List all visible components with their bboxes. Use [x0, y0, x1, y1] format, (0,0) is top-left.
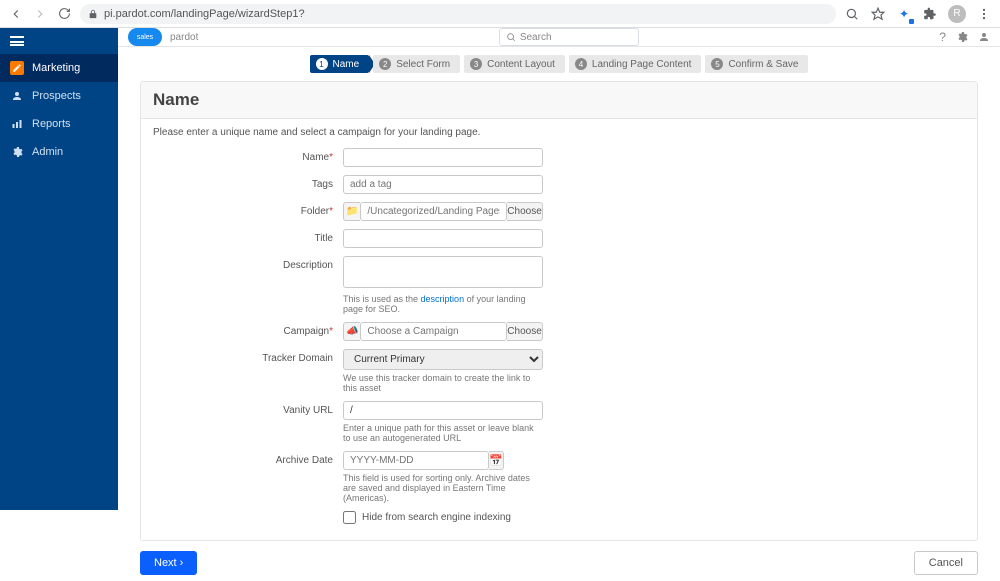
- wizard-step-content-layout[interactable]: 3Content Layout: [464, 55, 565, 73]
- description-help-link[interactable]: description: [421, 294, 465, 304]
- calendar-icon[interactable]: 📅: [489, 451, 504, 470]
- description-label: Description: [283, 260, 333, 271]
- sidebar-label: Admin: [32, 146, 63, 158]
- browser-menu-icon[interactable]: [976, 6, 992, 22]
- choose-campaign-button[interactable]: Choose: [507, 322, 543, 341]
- sidebar: Marketing Prospects Reports Admin: [0, 28, 118, 510]
- campaign-label: Campaign: [284, 326, 330, 337]
- sidebar-item-marketing[interactable]: Marketing: [0, 54, 118, 82]
- product-name: pardot: [170, 32, 198, 43]
- vanity-help: Enter a unique path for this asset or le…: [343, 423, 543, 443]
- folder-label: Folder: [301, 206, 329, 217]
- extension-icon[interactable]: ✦: [896, 6, 912, 22]
- name-input[interactable]: [343, 148, 543, 167]
- campaign-input[interactable]: [360, 322, 507, 341]
- user-icon: [10, 89, 24, 103]
- choose-folder-button[interactable]: Choose: [507, 202, 543, 221]
- global-search[interactable]: Search: [499, 28, 639, 46]
- description-help: This is used as the description of your …: [343, 294, 543, 314]
- wizard-steps: 1Name 2Select Form 3Content Layout 4Land…: [118, 47, 1000, 81]
- panel-title: Name: [153, 90, 965, 110]
- search-page-icon[interactable]: [844, 6, 860, 22]
- hide-from-search-label: Hide from search engine indexing: [362, 512, 511, 523]
- title-label: Title: [314, 233, 333, 244]
- wizard-step-name[interactable]: 1Name: [310, 55, 370, 73]
- next-button[interactable]: Next ›: [140, 551, 197, 575]
- lock-icon: [88, 9, 98, 19]
- bookmark-star-icon[interactable]: [870, 6, 886, 22]
- cancel-button[interactable]: Cancel: [914, 551, 978, 575]
- settings-gear-icon[interactable]: [956, 31, 968, 43]
- description-textarea[interactable]: [343, 256, 543, 288]
- folder-icon: 📁: [343, 202, 360, 221]
- folder-input[interactable]: [360, 202, 507, 221]
- salesforce-logo: sales: [128, 28, 162, 46]
- vanity-url-input[interactable]: [343, 401, 543, 420]
- sidebar-item-reports[interactable]: Reports: [0, 110, 118, 138]
- wizard-step-select-form[interactable]: 2Select Form: [373, 55, 460, 73]
- url-bar[interactable]: pi.pardot.com/landingPage/wizardStep1?: [80, 4, 836, 24]
- vanity-label: Vanity URL: [283, 405, 333, 416]
- extensions-puzzle-icon[interactable]: [922, 6, 938, 22]
- pencil-icon: [10, 61, 24, 75]
- sidebar-label: Reports: [32, 118, 71, 130]
- browser-toolbar: pi.pardot.com/landingPage/wizardStep1? ✦…: [0, 0, 1000, 28]
- name-label: Name: [302, 152, 329, 163]
- tags-label: Tags: [312, 179, 333, 190]
- topbar: sales pardot Search ?: [118, 28, 1000, 47]
- archive-date-input[interactable]: [343, 451, 489, 470]
- profile-avatar[interactable]: R: [948, 5, 966, 23]
- tracker-label: Tracker Domain: [262, 353, 333, 364]
- nav-back-button[interactable]: [8, 6, 24, 22]
- sidebar-label: Prospects: [32, 90, 81, 102]
- nav-reload-button[interactable]: [56, 6, 72, 22]
- chart-icon: [10, 117, 24, 131]
- nav-forward-button[interactable]: [32, 6, 48, 22]
- campaign-icon: 📣: [343, 322, 360, 341]
- help-icon[interactable]: ?: [939, 30, 946, 44]
- tags-input[interactable]: [343, 175, 543, 194]
- title-input[interactable]: [343, 229, 543, 248]
- tracker-domain-select[interactable]: Current Primary: [343, 349, 543, 370]
- panel-intro: Please enter a unique name and select a …: [153, 127, 965, 138]
- sidebar-toggle[interactable]: [0, 28, 118, 54]
- form-panel: Name Please enter a unique name and sele…: [140, 81, 978, 541]
- archive-help: This field is used for sorting only. Arc…: [343, 473, 543, 503]
- archive-label: Archive Date: [276, 455, 333, 466]
- tracker-help: We use this tracker domain to create the…: [343, 373, 543, 393]
- wizard-step-confirm-save[interactable]: 5Confirm & Save: [705, 55, 808, 73]
- search-icon: [506, 32, 516, 42]
- gear-icon: [10, 145, 24, 159]
- search-placeholder: Search: [520, 32, 552, 43]
- hide-from-search-checkbox[interactable]: [343, 511, 356, 524]
- user-icon[interactable]: [978, 31, 990, 43]
- url-text: pi.pardot.com/landingPage/wizardStep1?: [104, 8, 305, 20]
- sidebar-item-prospects[interactable]: Prospects: [0, 82, 118, 110]
- sidebar-item-admin[interactable]: Admin: [0, 138, 118, 166]
- wizard-step-landing-page-content[interactable]: 4Landing Page Content: [569, 55, 702, 73]
- sidebar-label: Marketing: [32, 62, 80, 74]
